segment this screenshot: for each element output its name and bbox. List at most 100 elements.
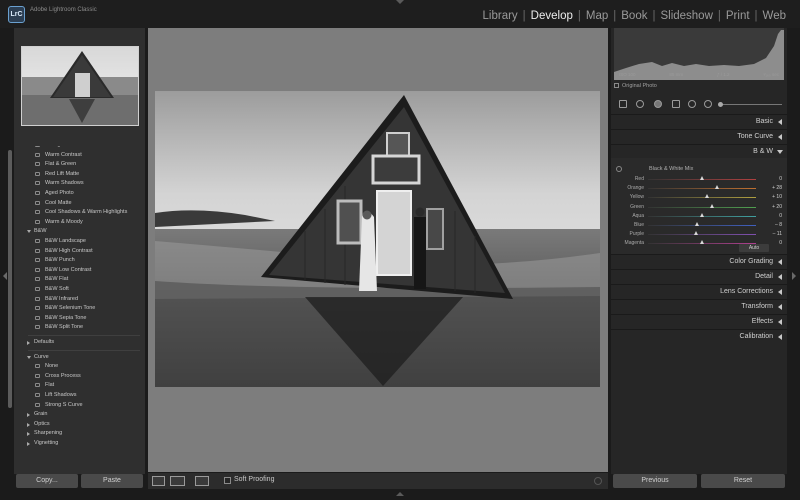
navigator-preview[interactable] [21, 46, 139, 126]
radial-filter-icon[interactable] [688, 100, 696, 108]
toolbar-menu-icon[interactable] [594, 477, 602, 485]
preset-item[interactable]: B&W Low Contrast [14, 266, 91, 275]
module-develop[interactable]: Develop [531, 10, 573, 22]
bw-slider-track[interactable] [648, 185, 756, 190]
bw-slider-thumb[interactable] [704, 194, 709, 199]
bw-slider-track[interactable] [648, 176, 756, 180]
spot-removal-tool-icon[interactable] [636, 100, 644, 108]
lens-corrections-section-header[interactable]: Lens Corrections [611, 284, 787, 298]
loupe-view-button[interactable] [152, 476, 165, 486]
module-library[interactable]: Library [483, 10, 518, 22]
crop-tool-icon[interactable] [619, 100, 627, 108]
bw-slider-value[interactable]: + 28 [772, 185, 782, 191]
bw-slider-thumb[interactable] [699, 240, 704, 245]
calibration-section-header[interactable]: Calibration [611, 329, 787, 343]
preset-item[interactable]: B&W Punch [14, 256, 75, 265]
preset-item[interactable]: Warm & Moody [14, 218, 83, 227]
paste-settings-button[interactable]: Paste [81, 474, 143, 488]
module-slideshow[interactable]: Slideshow [660, 10, 712, 22]
basic-section-header[interactable]: Basic [611, 114, 787, 128]
before-after-mode-button[interactable] [195, 476, 209, 486]
preset-item[interactable]: Warm Shadows [14, 179, 84, 188]
preset-item[interactable]: None [14, 362, 58, 371]
bw-slider-track[interactable] [648, 203, 756, 208]
reset-button[interactable]: Reset [701, 474, 785, 488]
tool-amount-slider[interactable] [718, 102, 782, 107]
preset-item[interactable]: B&W Flat [14, 275, 68, 284]
bw-slider-value[interactable]: – 8 [775, 222, 782, 228]
preset-item[interactable]: Cool Shadows & Warm Highlights [14, 208, 127, 217]
before-after-view-button[interactable] [170, 476, 185, 486]
preset-group[interactable]: Optics [14, 420, 50, 429]
targeted-adjustment-icon[interactable] [616, 166, 622, 172]
bw-slider-track[interactable] [648, 212, 756, 217]
preset-item[interactable]: Cool Matte [14, 199, 72, 208]
copy-settings-button[interactable]: Copy... [16, 474, 78, 488]
left-panel-toggle-icon[interactable] [3, 272, 7, 280]
adjustment-brush-icon[interactable] [704, 100, 712, 108]
auto-mix-button[interactable]: Auto [739, 244, 769, 252]
original-photo-toggle[interactable]: Original Photo [614, 83, 657, 89]
preset-item[interactable]: B&W Selenium Tone [14, 304, 95, 313]
preset-item[interactable]: Aged Photo [14, 189, 74, 198]
bw-slider-value[interactable]: 0 [779, 176, 782, 182]
graduated-filter-icon[interactable] [672, 100, 680, 108]
preset-item[interactable]: Warm Contrast [14, 151, 82, 160]
preset-item[interactable]: Red Lift Matte [14, 170, 79, 179]
preset-group[interactable]: Curve [14, 353, 49, 362]
detail-section-header[interactable]: Detail [611, 269, 787, 283]
preset-group[interactable]: Vignetting [14, 439, 58, 448]
preset-item[interactable]: B&W Split Tone [14, 323, 83, 332]
preset-group[interactable]: Grain [14, 410, 47, 419]
main-photo[interactable] [155, 91, 600, 387]
preset-item[interactable]: B&W Infrared [14, 295, 78, 304]
transform-section-header[interactable]: Transform [611, 299, 787, 313]
bw-slider-thumb[interactable] [699, 212, 704, 217]
bw-slider-thumb[interactable] [693, 231, 698, 236]
preset-group[interactable]: Defaults [14, 338, 54, 347]
effects-section-header[interactable]: Effects [611, 314, 787, 328]
bw-slider-value[interactable]: 0 [779, 213, 782, 219]
bw-section-header[interactable]: B & W [611, 144, 787, 158]
preset-item[interactable]: Flat & Green [14, 160, 76, 169]
color-grading-section-header[interactable]: Color Grading [611, 254, 787, 268]
tool-slider-thumb[interactable] [718, 102, 723, 107]
preset-item[interactable]: Flat [14, 381, 54, 390]
bw-slider-value[interactable]: 0 [779, 240, 782, 246]
bw-slider-thumb[interactable] [714, 185, 719, 190]
module-print[interactable]: Print [726, 10, 750, 22]
red-eye-tool-icon[interactable] [654, 100, 662, 108]
bw-slider-track[interactable] [648, 231, 756, 236]
module-map[interactable]: Map [586, 10, 608, 22]
filmstrip-toggle-icon[interactable] [396, 492, 404, 496]
soft-proofing-checkbox[interactable] [224, 477, 231, 484]
tone-curve-section-header[interactable]: Tone Curve [611, 129, 787, 143]
preset-item[interactable]: B&W High Contrast [14, 247, 93, 256]
original-photo-checkbox[interactable] [614, 83, 619, 88]
preset-item[interactable]: Lift Shadows [14, 391, 77, 400]
preset-group[interactable]: B&W [14, 227, 47, 236]
bw-slider-track[interactable] [648, 194, 756, 199]
module-web[interactable]: Web [763, 10, 786, 22]
bw-slider-thumb[interactable] [699, 176, 704, 180]
left-panel-scrollbar[interactable] [8, 150, 12, 408]
bw-slider-thumb[interactable] [710, 203, 715, 208]
module-book[interactable]: Book [621, 10, 647, 22]
preset-item[interactable]: B&W Sepia Tone [14, 314, 86, 323]
bw-slider-value[interactable]: – 11 [773, 231, 782, 237]
preset-item[interactable]: B&W Soft [14, 285, 69, 294]
preset-item[interactable]: Cross Process [14, 372, 81, 381]
preset-item[interactable]: Strong S Curve [14, 401, 83, 410]
preset-item[interactable]: B&W Landscape [14, 237, 86, 246]
top-panel-toggle-icon[interactable] [396, 0, 404, 4]
bw-slider-value[interactable]: + 20 [772, 204, 782, 210]
right-panel-toggle-icon[interactable] [792, 272, 796, 280]
bw-slider-thumb[interactable] [695, 222, 700, 226]
right-panel-edge[interactable] [787, 28, 800, 474]
preset-item[interactable]: Vintage Instant [14, 146, 82, 150]
bw-slider-value[interactable]: + 10 [772, 194, 782, 200]
histogram[interactable]: ISO 100 85 mm ƒ / 1.2 ¹⁄₁₆₀ sec [614, 28, 784, 80]
previous-button[interactable]: Previous [613, 474, 697, 488]
preset-group[interactable]: Sharpening [14, 429, 62, 438]
bw-slider-track[interactable] [648, 222, 756, 226]
